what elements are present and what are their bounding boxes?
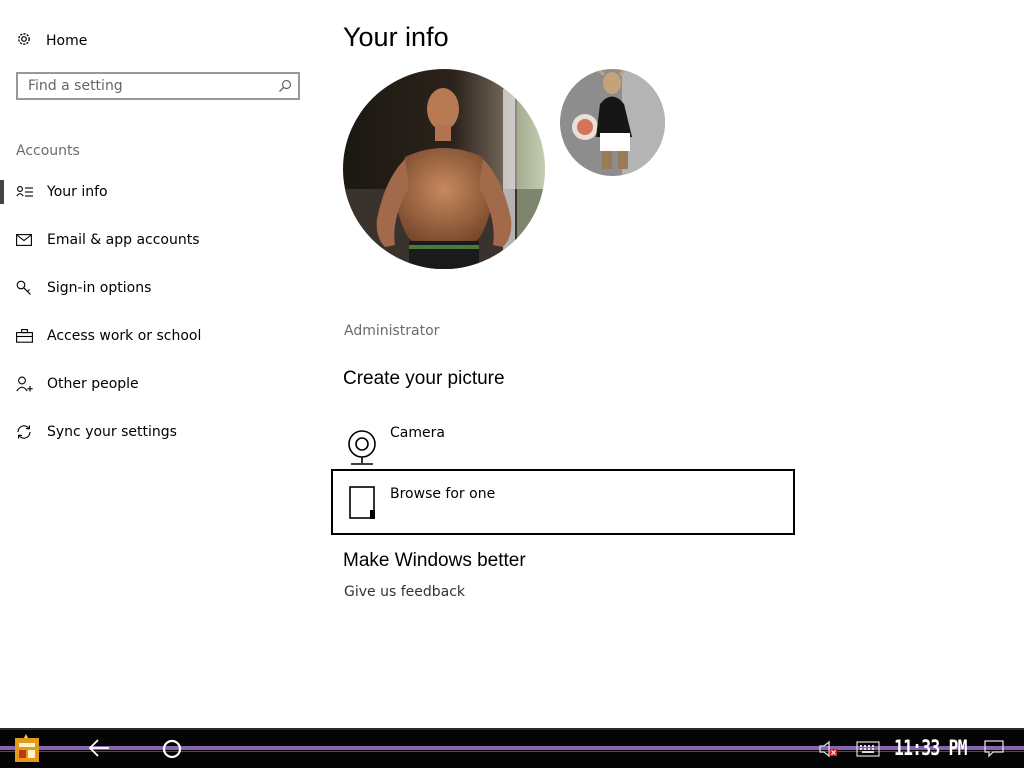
key-icon: [16, 280, 34, 296]
camera-icon: [345, 428, 379, 472]
sidebar-item-label: Email & app accounts: [47, 232, 200, 248]
notifications-icon[interactable]: [984, 740, 1004, 762]
sidebar-item-sync-settings[interactable]: Sync your settings: [0, 416, 310, 448]
keyboard-icon[interactable]: [856, 741, 880, 761]
create-picture-heading: Create your picture: [343, 368, 505, 389]
browse-for-one-button[interactable]: Browse for one: [331, 469, 795, 535]
home-nav-item[interactable]: Home: [16, 30, 87, 52]
profile-picture-current: [343, 69, 545, 269]
sidebar-item-label: Sync your settings: [47, 424, 177, 440]
browse-option-label: Browse for one: [390, 486, 496, 502]
sidebar-item-access-work-or-school[interactable]: Access work or school: [0, 320, 310, 352]
taskbar-clock[interactable]: 11:33 PM: [894, 736, 967, 760]
give-feedback-link[interactable]: Give us feedback: [344, 584, 465, 600]
search-box[interactable]: [16, 72, 300, 100]
sidebar-item-sign-in-options[interactable]: Sign-in options: [0, 272, 310, 304]
sidebar-item-your-info[interactable]: Your info: [0, 176, 310, 208]
home-label: Home: [46, 33, 88, 49]
profile-picture-recent[interactable]: [560, 69, 665, 176]
person-list-icon: [16, 184, 34, 200]
sidebar-item-label: Access work or school: [47, 328, 202, 344]
sync-icon: [16, 424, 34, 440]
page-title: Your info: [343, 22, 449, 52]
sidebar-item-label: Other people: [47, 376, 139, 392]
sidebar-item-label: Sign-in options: [47, 280, 152, 296]
briefcase-icon: [16, 328, 34, 344]
taskbar: 11:33 PM: [0, 728, 1024, 768]
search-input[interactable]: [18, 75, 272, 97]
search-icon[interactable]: [272, 79, 298, 93]
sidebar-item-other-people[interactable]: Other people: [0, 368, 310, 400]
back-arrow-icon[interactable]: [88, 738, 110, 762]
section-label-accounts: Accounts: [16, 143, 80, 159]
start-icon[interactable]: [12, 734, 42, 764]
gear-icon: [16, 31, 32, 51]
mail-icon: [16, 232, 34, 248]
sidebar-item-email-accounts[interactable]: Email & app accounts: [0, 224, 310, 256]
cortana-circle-icon[interactable]: [161, 738, 183, 764]
account-type-label: Administrator: [344, 323, 440, 339]
camera-option-label: Camera: [390, 425, 445, 441]
document-icon: [349, 486, 377, 524]
person-add-icon: [16, 376, 34, 392]
make-windows-better-heading: Make Windows better: [343, 550, 526, 571]
sidebar-item-label: Your info: [47, 184, 108, 200]
volume-muted-icon[interactable]: [818, 740, 838, 762]
